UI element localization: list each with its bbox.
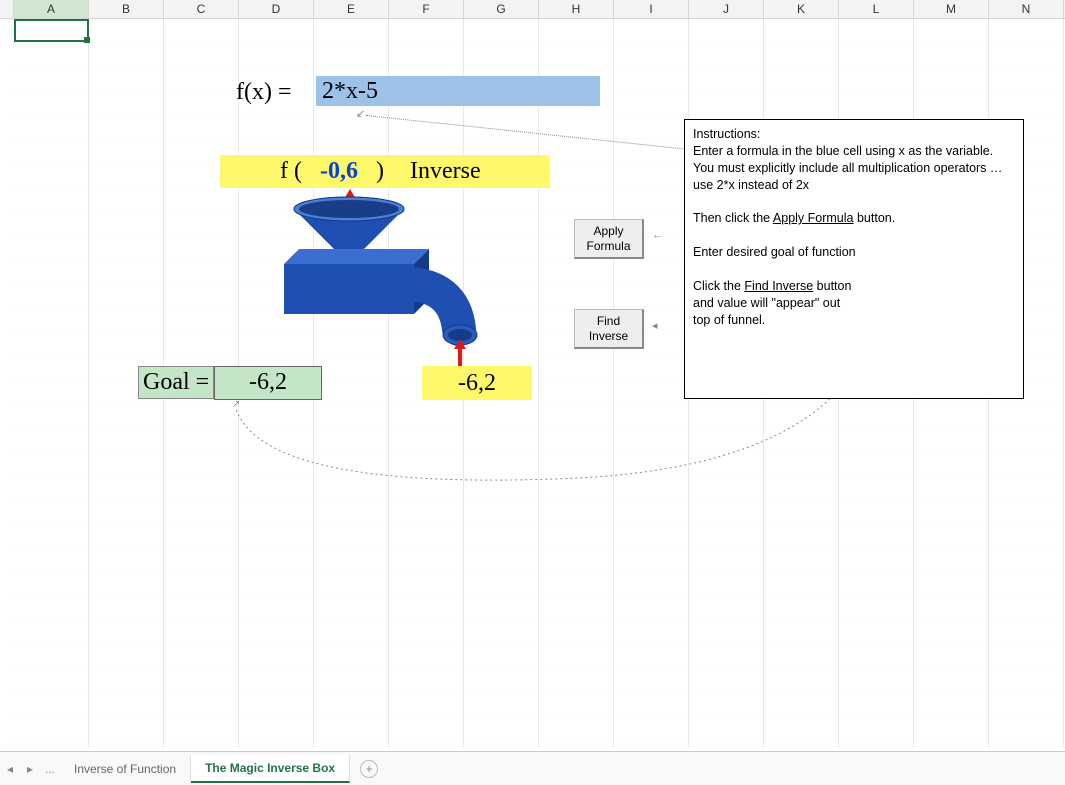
f-input-value: -0,6 [320, 158, 358, 184]
col-M[interactable]: M [914, 0, 989, 18]
sheet-tabs: ◂ ▸ ... Inverse of Function The Magic In… [0, 751, 1065, 785]
col-E[interactable]: E [314, 0, 389, 18]
tab-more-button[interactable]: ... [40, 762, 60, 776]
column-headers: A B C D E F G H I J K L M N [0, 0, 1065, 19]
tab-prev-button[interactable]: ◂ [0, 762, 20, 776]
instructions-box: Instructions: Enter a formula in the blu… [684, 119, 1024, 399]
instructions-p2: Then click the Apply Formula button. [693, 210, 1015, 227]
instructions-p4: Click the Find Inverse button and value … [693, 278, 853, 329]
fx-label: f(x) = [236, 79, 292, 106]
col-L[interactable]: L [839, 0, 914, 18]
col-A[interactable]: A [14, 0, 89, 18]
find-inverse-label: FindInverse [589, 314, 628, 343]
instructions-title: Instructions: [693, 126, 1015, 143]
apply-formula-button[interactable]: ApplyFormula [574, 219, 644, 259]
col-C[interactable]: C [164, 0, 239, 18]
spreadsheet-grid[interactable]: f(x) = 2*x-5 ↙ f ( -0,6 ) Inverse Goal =… [14, 19, 1065, 748]
col-N[interactable]: N [989, 0, 1064, 18]
inverse-label: Inverse [410, 158, 481, 184]
col-B[interactable]: B [89, 0, 164, 18]
col-H[interactable]: H [539, 0, 614, 18]
tab-inverse-of-function[interactable]: Inverse of Function [60, 756, 191, 782]
col-K[interactable]: K [764, 0, 839, 18]
arrow-up-icon [454, 339, 466, 349]
f-open: f ( [280, 158, 302, 184]
find-inverse-button[interactable]: FindInverse [574, 309, 644, 349]
function-banner: f ( -0,6 ) Inverse [220, 155, 550, 188]
col-D[interactable]: D [239, 0, 314, 18]
arrowhead-icon: ← [652, 229, 663, 241]
goal-label: Goal = [138, 366, 214, 399]
instructions-p3: Enter desired goal of function [693, 244, 1015, 261]
selected-cell[interactable] [14, 19, 89, 42]
tab-magic-inverse-box[interactable]: The Magic Inverse Box [191, 755, 350, 783]
col-J[interactable]: J [689, 0, 764, 18]
col-G[interactable]: G [464, 0, 539, 18]
goal-output: -6,2 [422, 366, 532, 400]
goal-input[interactable]: -6,2 [214, 366, 322, 400]
svg-text:↗: ↗ [232, 399, 240, 410]
apply-formula-label: ApplyFormula [586, 224, 630, 253]
tab-next-button[interactable]: ▸ [20, 762, 40, 776]
connector-line [366, 115, 684, 149]
instructions-p1: Enter a formula in the blue cell using x… [693, 143, 1015, 194]
formula-input[interactable]: 2*x-5 [316, 76, 600, 106]
add-sheet-button[interactable]: + [360, 760, 378, 778]
col-F[interactable]: F [389, 0, 464, 18]
arrowhead-icon: ◂ [652, 319, 658, 332]
col-I[interactable]: I [614, 0, 689, 18]
funnel-machine-icon [274, 189, 504, 369]
f-close: ) [376, 158, 384, 184]
arrowhead-icon: ↙ [356, 107, 365, 120]
